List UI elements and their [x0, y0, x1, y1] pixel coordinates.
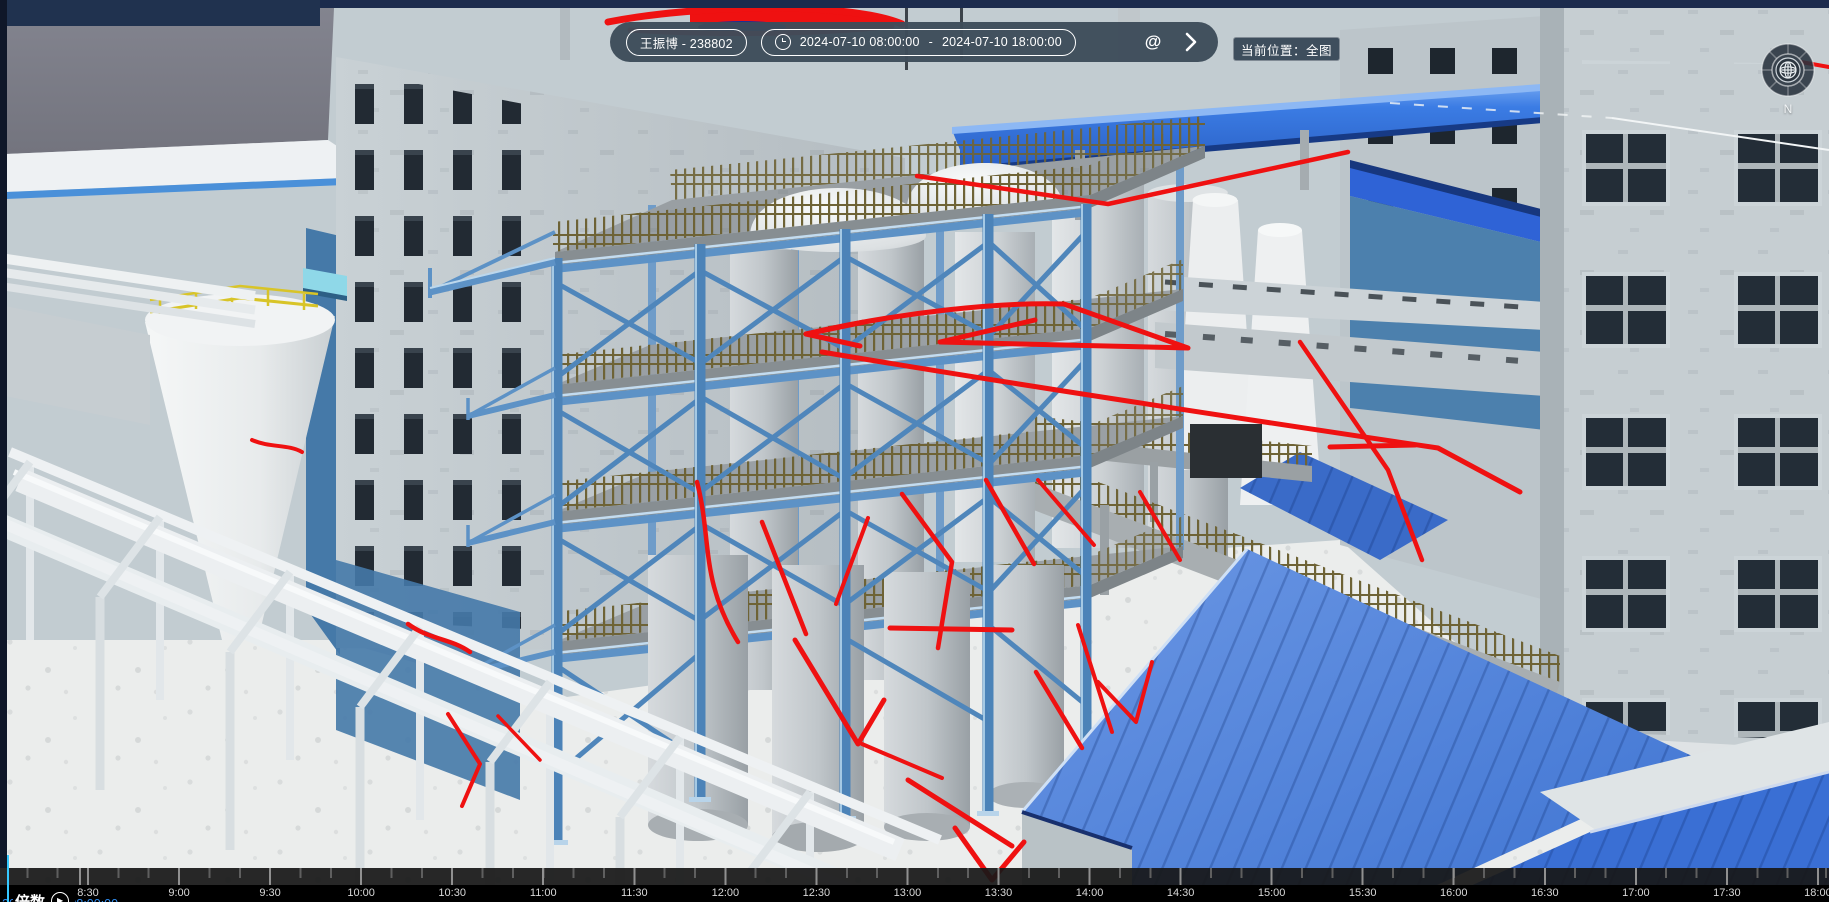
timeline-tick-label: 16:30: [1531, 887, 1559, 899]
timeline-major-ticks: [0, 868, 1829, 885]
timeline-tick-label: 12:30: [803, 887, 831, 899]
timeline-playhead[interactable]: [7, 855, 9, 902]
timeline-tick-label: 11:30: [621, 887, 648, 899]
left-roof-structure: [6, 8, 352, 199]
timeline-tick-label: 13:00: [894, 887, 922, 899]
timeline-tickbar[interactable]: [0, 868, 1829, 885]
timeline-tick-label: 15:00: [1258, 887, 1286, 899]
compass-north-label: N: [1784, 102, 1793, 116]
playback-controls: 倍数 ▶: [13, 890, 75, 902]
time-range-picker[interactable]: 2024-07-10 08:00:00 - 2024-07-10 18:00:0…: [761, 29, 1076, 56]
speed-multiplier-control[interactable]: 倍数: [15, 891, 45, 902]
toolbar: 王振博 - 238802 2024-07-10 08:00:00 - 2024-…: [610, 22, 1218, 62]
timeline-tick-label: 11:00: [530, 887, 557, 899]
timeline-tick-label: 18:00: [1804, 887, 1829, 899]
time-separator: -: [929, 35, 933, 49]
time-start: 2024-07-10 08:00:00: [800, 35, 920, 49]
app-window: 王振博 - 238802 2024-07-10 08:00:00 - 2024-…: [0, 0, 1829, 902]
person-select[interactable]: 王振博 - 238802: [626, 29, 747, 56]
timeline-tick-label: 10:30: [438, 887, 466, 899]
globe-icon: [1780, 62, 1796, 78]
time-end: 2024-07-10 18:00:00: [942, 35, 1062, 49]
timeline-tick-label: 9:00: [168, 887, 189, 899]
clock-icon: [775, 34, 791, 50]
timeline-tick-label: 14:00: [1076, 887, 1104, 899]
timeline-tick-label: 9:30: [259, 887, 280, 899]
timeline-scrubber[interactable]: 8:309:009:3010:0010:3011:0011:3012:0012:…: [0, 868, 1829, 902]
person-label: 王振博 - 238802: [640, 33, 733, 52]
play-icon[interactable]: ▶: [51, 892, 69, 902]
timeline-tick-label: 13:30: [985, 887, 1013, 899]
timeline-tick-label: 10:00: [347, 887, 375, 899]
locate-icon[interactable]: @: [1140, 29, 1166, 55]
timeline-labels: 8:309:009:3010:0010:3011:0011:3012:0012:…: [0, 885, 1829, 902]
next-step-button[interactable]: [1180, 29, 1202, 55]
timeline-tick-label: 17:00: [1622, 887, 1650, 899]
right-building: [1540, 0, 1829, 800]
current-location-badge: 当前位置：全图: [1233, 37, 1340, 61]
timeline-tick-label: 12:00: [712, 887, 740, 899]
scene-3d-viewport[interactable]: [0, 0, 1829, 902]
current-location-label: 当前位置：全图: [1241, 40, 1332, 59]
compass-gizmo[interactable]: N: [1755, 42, 1821, 118]
timeline-tick-label: 16:00: [1440, 887, 1468, 899]
timeline-tick-label: 17:30: [1713, 887, 1741, 899]
timeline-tick-label: 14:30: [1167, 887, 1195, 899]
timeline-tick-label: 15:30: [1349, 887, 1377, 899]
